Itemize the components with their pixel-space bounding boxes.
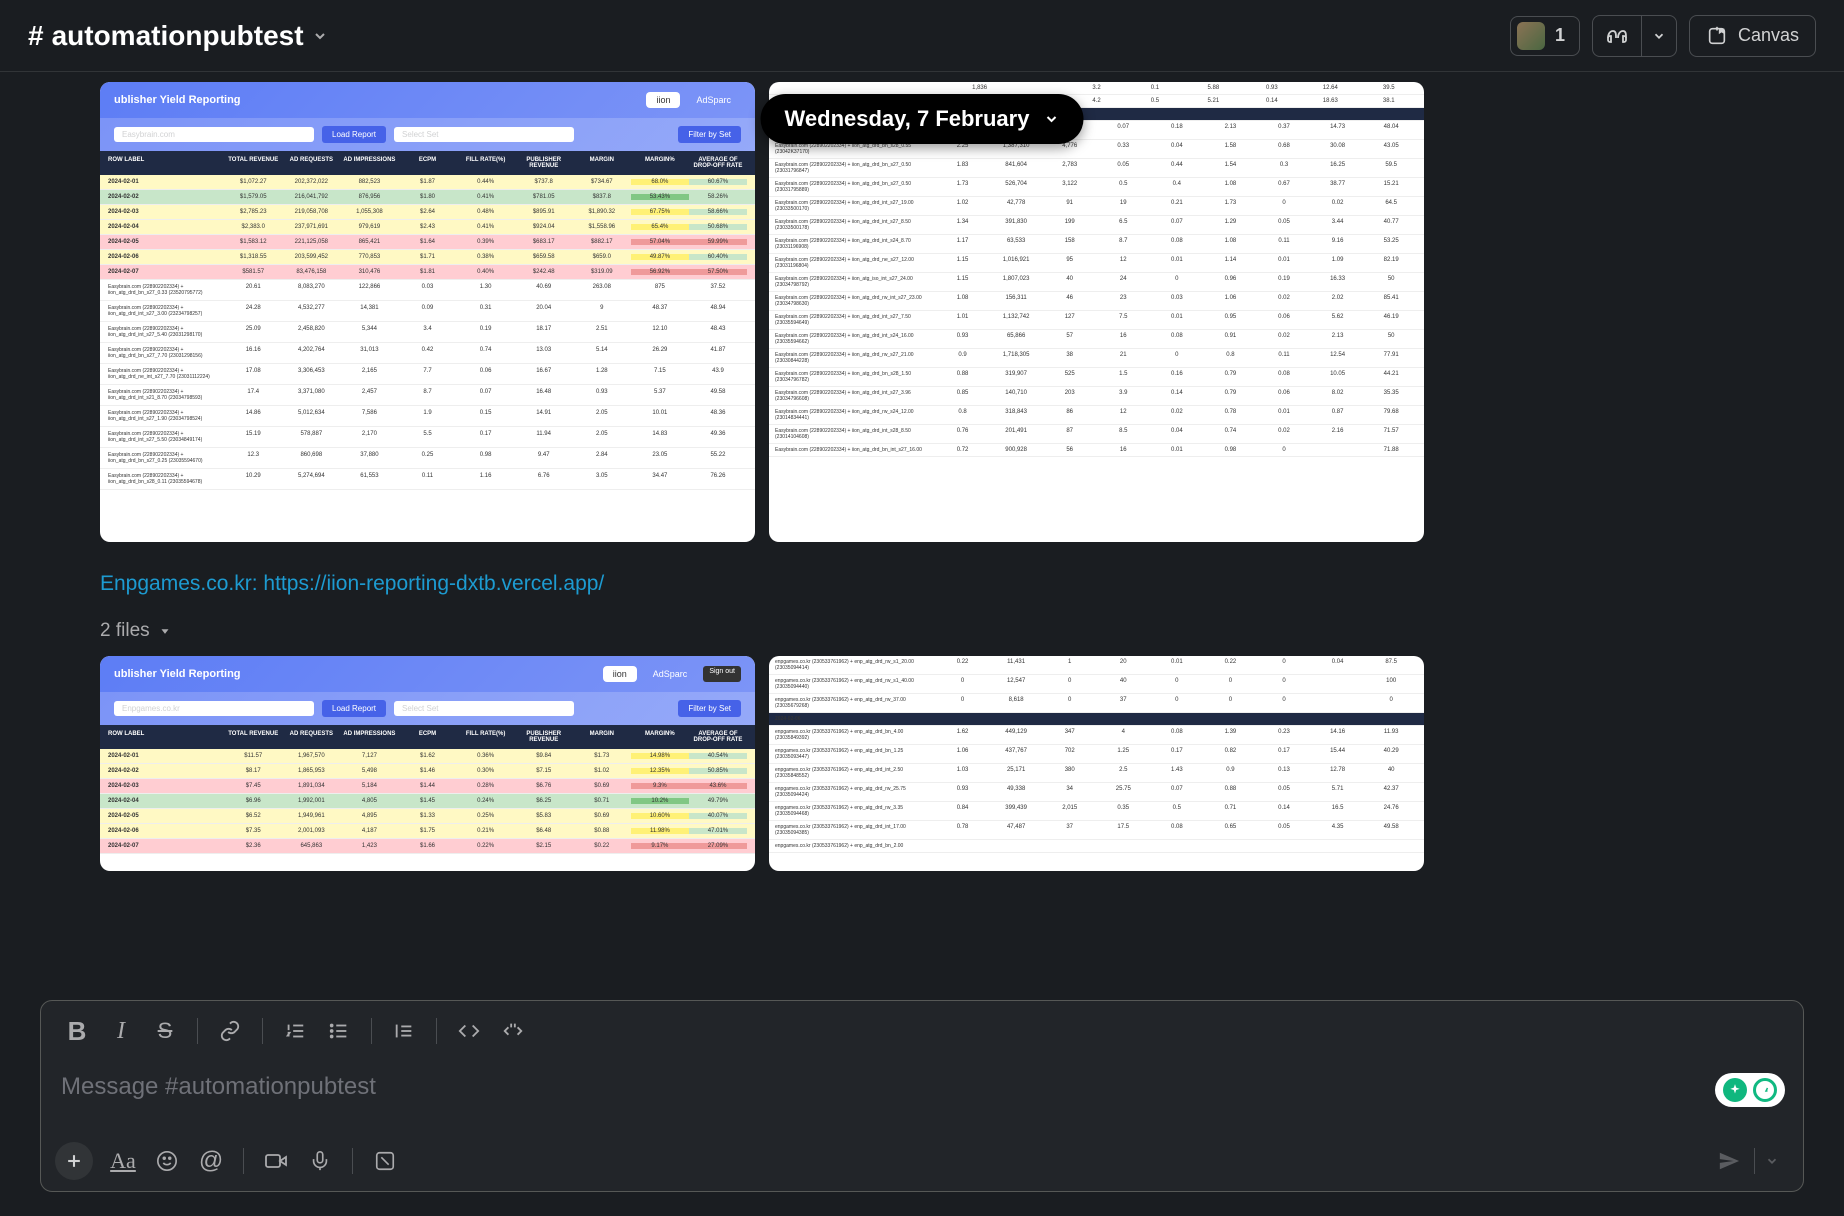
hash-icon: #	[28, 20, 44, 52]
send-options-button[interactable]	[1755, 1148, 1789, 1174]
canvas-icon	[1706, 25, 1728, 47]
load-btn: Load Report	[322, 700, 386, 717]
avatar	[1517, 22, 1545, 50]
chevron-down-icon	[1043, 111, 1059, 127]
message-input[interactable]: Message #automationpubtest	[41, 1061, 1803, 1131]
report-tab: iion	[603, 666, 637, 682]
report-tab: iion	[646, 92, 680, 108]
strikethrough-button[interactable]: S	[143, 1011, 187, 1051]
placeholder-text: Message #automationpubtest	[61, 1073, 376, 1100]
shortcuts-button[interactable]	[363, 1141, 407, 1181]
files-toggle[interactable]: 2 files	[100, 620, 1744, 642]
link-button[interactable]	[208, 1011, 252, 1051]
attachment-image-1[interactable]: ublisher Yield Reporting iion AdSparc Ea…	[100, 82, 755, 542]
grammarly-widget[interactable]	[1715, 1073, 1785, 1107]
huddle-group	[1592, 15, 1677, 57]
chevron-down-icon	[158, 624, 172, 638]
domain-filter: Enpgames.co.kr	[114, 701, 314, 716]
attachment-image-4[interactable]: enpgames.co.kr (230533761962) + enp_atg_…	[769, 656, 1424, 871]
grammarly-check-icon	[1753, 1078, 1777, 1102]
report-title: ublisher Yield Reporting	[114, 94, 241, 106]
code-button[interactable]	[447, 1011, 491, 1051]
send-button[interactable]	[1704, 1144, 1754, 1178]
files-count: 2 files	[100, 620, 150, 642]
huddle-dropdown[interactable]	[1641, 15, 1677, 57]
canvas-button[interactable]: Canvas	[1689, 15, 1816, 57]
select-filter: Select Set	[394, 127, 574, 142]
blockquote-button[interactable]	[382, 1011, 426, 1051]
header-actions: 1 Canvas	[1510, 15, 1816, 57]
report-tab: AdSparc	[643, 666, 698, 682]
canvas-label: Canvas	[1738, 25, 1799, 46]
attachment-image-2[interactable]: 1,8363.20.15.880.9312.6439.51,2414.20.55…	[769, 82, 1424, 542]
message-composer: B I S Message #automationpubtest	[40, 1000, 1804, 1192]
italic-button[interactable]: I	[99, 1011, 143, 1051]
bullet-list-button[interactable]	[317, 1011, 361, 1051]
attachment-image-3[interactable]: ublisher Yield Reporting iion AdSparc Si…	[100, 656, 755, 871]
emoji-button[interactable]	[145, 1141, 189, 1181]
report-table-continued: enpgames.co.kr (230533761962) + enp_atg_…	[769, 656, 1424, 853]
message-text: Enpgames.co.kr: https://iion-reporting-d…	[100, 572, 1744, 596]
mention-button[interactable]: @	[189, 1141, 233, 1181]
date-label: Wednesday, 7 February	[785, 106, 1030, 132]
format-toolbar: B I S	[41, 1001, 1803, 1061]
members-button[interactable]: 1	[1510, 16, 1580, 56]
huddle-button[interactable]	[1592, 15, 1641, 57]
link-enpgames[interactable]: Enpgames.co.kr	[100, 572, 252, 595]
channel-header: # automationpubtest 1	[0, 0, 1844, 72]
domain-filter: Easybrain.com	[114, 127, 314, 142]
channel-title[interactable]: # automationpubtest	[28, 20, 328, 52]
attachments-row-1: Wednesday, 7 February ublisher Yield Rep…	[100, 82, 1744, 542]
bold-button[interactable]: B	[55, 1011, 99, 1051]
message-list: Wednesday, 7 February ublisher Yield Rep…	[0, 72, 1844, 966]
attachments-row-2: ublisher Yield Reporting iion AdSparc Si…	[100, 656, 1744, 871]
code-block-button[interactable]	[491, 1011, 535, 1051]
report-table: ROW LABELTOTAL REVENUEAD REQUESTSAD IMPR…	[100, 151, 755, 490]
ordered-list-button[interactable]	[273, 1011, 317, 1051]
member-count: 1	[1555, 25, 1565, 46]
select-filter: Select Set	[394, 701, 574, 716]
action-toolbar: Aa @	[41, 1131, 1803, 1191]
report-tab: AdSparc	[686, 92, 741, 108]
channel-name: automationpubtest	[52, 20, 304, 52]
signout: Sign out	[703, 666, 741, 682]
link-vercel[interactable]: https://iion-reporting-dxtb.vercel.app/	[263, 572, 604, 595]
chevron-down-icon	[312, 28, 328, 44]
filter-btn: Filter by Set	[678, 700, 741, 717]
date-divider[interactable]: Wednesday, 7 February	[761, 94, 1084, 144]
load-btn: Load Report	[322, 126, 386, 143]
attach-button[interactable]	[55, 1142, 93, 1180]
grammarly-ai-icon	[1723, 1078, 1747, 1102]
report-title: ublisher Yield Reporting	[114, 668, 241, 680]
format-toggle-button[interactable]: Aa	[101, 1141, 145, 1181]
report-table: ROW LABELTOTAL REVENUEAD REQUESTSAD IMPR…	[100, 725, 755, 854]
filter-btn: Filter by Set	[678, 126, 741, 143]
audio-button[interactable]	[298, 1141, 342, 1181]
video-button[interactable]	[254, 1141, 298, 1181]
